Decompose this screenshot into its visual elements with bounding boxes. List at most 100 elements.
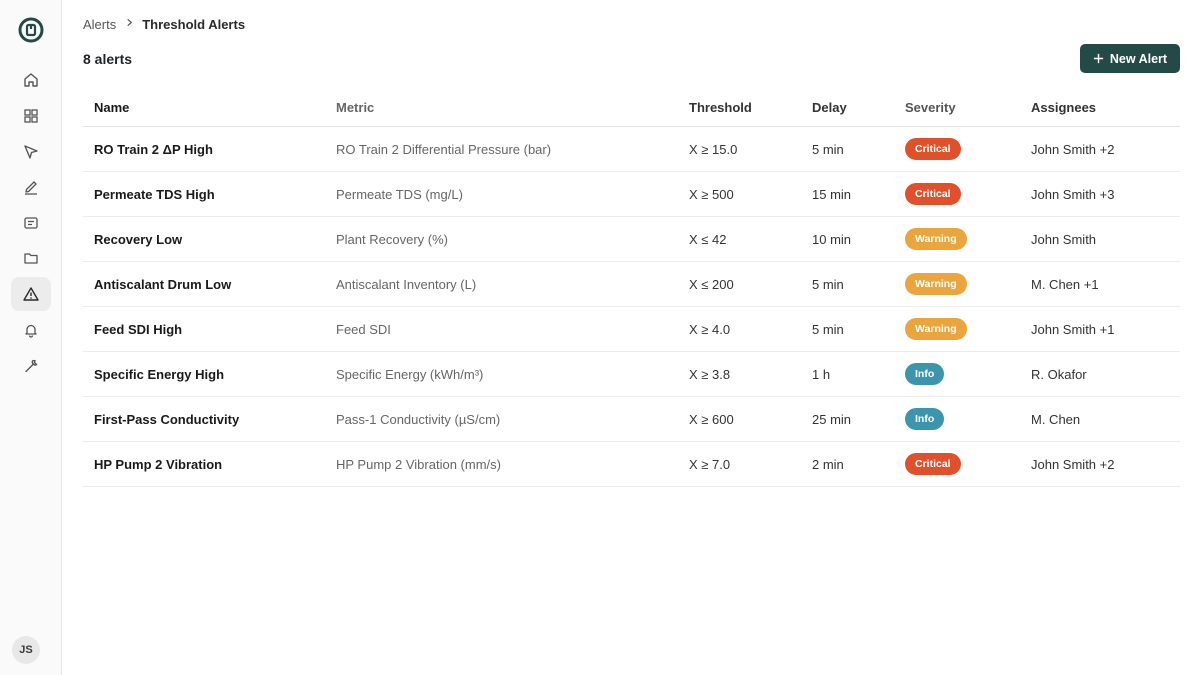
edit-icon [25, 181, 37, 195]
avatar[interactable]: JS [12, 636, 40, 664]
severity-badge: Critical [905, 453, 961, 475]
nav-alerts[interactable] [11, 277, 51, 311]
severity-badge: Critical [905, 183, 961, 205]
nav-tools[interactable] [11, 349, 51, 383]
nav-messages[interactable] [11, 206, 51, 240]
plus-icon [1093, 53, 1103, 64]
alert-triangle-icon [23, 287, 39, 301]
alert-delay: 5 min [812, 142, 844, 157]
table-row[interactable]: First-Pass Conductivity Pass-1 Conductiv… [83, 397, 1180, 442]
alerts-table: Name Metric Threshold Delay Severity Ass… [83, 87, 1180, 487]
severity-cell: Warning [905, 318, 967, 340]
alert-name: Feed SDI High [94, 322, 183, 337]
table-row[interactable]: HP Pump 2 Vibration HP Pump 2 Vibration … [83, 442, 1180, 487]
nav-home[interactable] [11, 63, 51, 97]
message-icon [24, 217, 38, 229]
dashboard-icon [24, 109, 38, 123]
nav-notifications[interactable] [11, 313, 51, 347]
logo-icon[interactable] [18, 17, 44, 43]
column-header-severity[interactable]: Severity [905, 100, 956, 115]
alert-threshold: X ≥ 600 [689, 412, 734, 427]
nav-dashboard[interactable] [11, 99, 51, 133]
alert-name: HP Pump 2 Vibration [94, 457, 223, 472]
alert-name: RO Train 2 ΔP High [94, 142, 213, 157]
new-alert-label: New Alert [1109, 51, 1168, 66]
severity-badge: Warning [905, 318, 967, 340]
alert-threshold: X ≥ 3.8 [689, 367, 731, 382]
app-root: JS Alerts Threshold Alerts 8 alerts New … [0, 0, 1200, 675]
alert-threshold: X ≥ 500 [689, 187, 734, 202]
alert-metric: Permeate TDS (mg/L) [336, 187, 463, 202]
new-alert-button[interactable]: New Alert [1080, 44, 1180, 73]
breadcrumb: Alerts Threshold Alerts [83, 15, 245, 33]
severity-cell: Critical [905, 183, 961, 205]
alert-threshold: X ≥ 15.0 [689, 142, 738, 157]
severity-badge: Info [905, 408, 945, 430]
nav-navigation[interactable] [11, 135, 51, 169]
alert-assignees: John Smith [1031, 232, 1097, 247]
column-header-delay[interactable]: Delay [812, 100, 847, 115]
severity-cell: Info [905, 408, 945, 430]
alert-delay: 5 min [812, 322, 844, 337]
alert-assignees: John Smith +3 [1031, 187, 1115, 202]
nav-edit[interactable] [11, 170, 51, 204]
alert-name: Recovery Low [94, 232, 183, 247]
nav-folder[interactable] [11, 241, 51, 275]
severity-cell: Critical [905, 453, 961, 475]
severity-cell: Critical [905, 138, 961, 160]
severity-badge: Warning [905, 228, 967, 250]
column-header-threshold[interactable]: Threshold [689, 100, 752, 115]
column-header-metric[interactable]: Metric [336, 100, 374, 115]
alert-delay: 5 min [812, 277, 844, 292]
alert-delay: 25 min [812, 412, 852, 427]
table-header: Name Metric Threshold Delay Severity Ass… [83, 87, 1180, 127]
alert-metric: Pass-1 Conductivity (µS/cm) [336, 412, 501, 427]
alert-name: Specific Energy High [94, 367, 225, 382]
alert-metric: Plant Recovery (%) [336, 232, 448, 247]
alert-assignees: John Smith +2 [1031, 142, 1115, 157]
severity-badge: Info [905, 363, 945, 385]
severity-badge: Critical [905, 138, 961, 160]
alert-metric: RO Train 2 Differential Pressure (bar) [336, 142, 552, 157]
alert-delay: 1 h [812, 367, 831, 382]
wrench-icon [25, 359, 38, 373]
alerts-count: 8 alerts [83, 51, 133, 67]
breadcrumb-current: Threshold Alerts [142, 16, 246, 32]
alert-delay: 10 min [812, 232, 852, 247]
table-row[interactable]: RO Train 2 ΔP High RO Train 2 Differenti… [83, 127, 1180, 172]
alert-name: Permeate TDS High [94, 187, 215, 202]
folder-icon [24, 253, 38, 264]
alert-threshold: X ≥ 7.0 [689, 457, 731, 472]
severity-badge: Warning [905, 273, 967, 295]
alert-name: First-Pass Conductivity [94, 412, 240, 427]
table-row[interactable]: Specific Energy High Specific Energy (kW… [83, 352, 1180, 397]
column-header-assignees[interactable]: Assignees [1031, 100, 1096, 115]
column-header-name[interactable]: Name [94, 100, 129, 115]
severity-cell: Warning [905, 228, 967, 250]
navigation-icon [24, 145, 38, 159]
alert-threshold: X ≤ 42 [689, 232, 727, 247]
severity-cell: Info [905, 363, 945, 385]
alert-assignees: John Smith +2 [1031, 457, 1115, 472]
chevron-right-icon [116, 18, 142, 27]
alert-metric: HP Pump 2 Vibration (mm/s) [336, 457, 501, 472]
table-row[interactable]: Antiscalant Drum Low Antiscalant Invento… [83, 262, 1180, 307]
alert-threshold: X ≥ 4.0 [689, 322, 731, 337]
table-row[interactable]: Permeate TDS High Permeate TDS (mg/L) X … [83, 172, 1180, 217]
alert-delay: 15 min [812, 187, 852, 202]
alert-delay: 2 min [812, 457, 844, 472]
breadcrumb-alerts-link[interactable]: Alerts [83, 17, 116, 32]
table-row[interactable]: Feed SDI High Feed SDI X ≥ 4.0 5 min War… [83, 307, 1180, 352]
table-row[interactable]: Recovery Low Plant Recovery (%) X ≤ 42 1… [83, 217, 1180, 262]
alert-assignees: John Smith +1 [1031, 322, 1115, 337]
alert-metric: Specific Energy (kWh/m³) [336, 367, 484, 382]
alert-assignees: M. Chen [1031, 412, 1081, 427]
alert-assignees: R. Okafor [1031, 367, 1087, 382]
alert-threshold: X ≤ 200 [689, 277, 734, 292]
home-icon [24, 73, 38, 87]
alert-name: Antiscalant Drum Low [94, 277, 232, 292]
alert-metric: Antiscalant Inventory (L) [336, 277, 477, 292]
bell-icon [25, 324, 37, 338]
alert-assignees: M. Chen +1 [1031, 277, 1099, 292]
sidebar: JS [0, 0, 62, 675]
